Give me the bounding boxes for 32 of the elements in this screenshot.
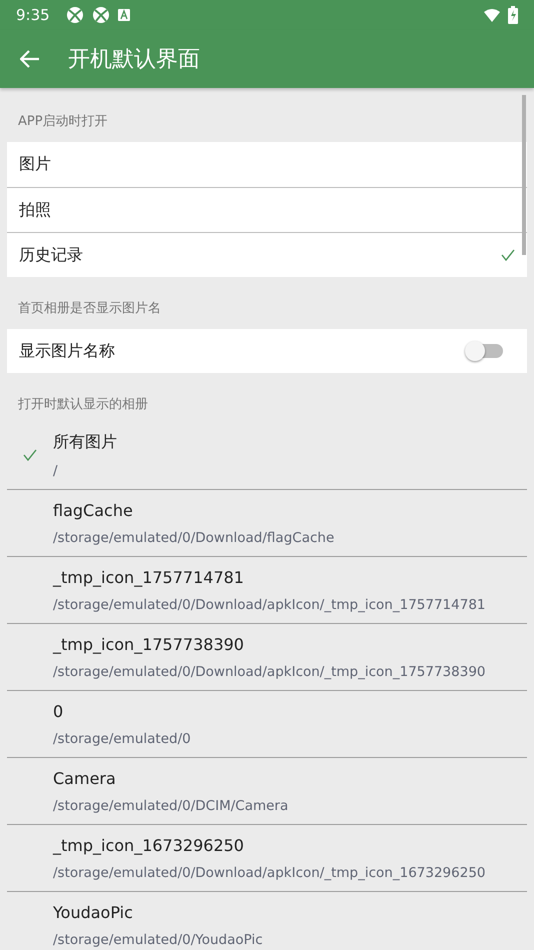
status-time: 9:35 — [16, 6, 50, 24]
album-name[interactable]: YoudaoPic — [53, 902, 263, 922]
section-header: 首页相册是否显示图片名 — [17, 300, 162, 318]
album-path: /storage/emulated/0/YoudaoPic — [53, 932, 263, 948]
battery-icon — [508, 6, 518, 24]
album-name[interactable]: _tmp_icon_1757714781 — [53, 568, 486, 586]
album-path: /storage/emulated/0/Download/apkIcon/_tmp_icon_1757714781 — [53, 596, 486, 612]
back-arrow-icon[interactable] — [20, 50, 40, 68]
app-icon — [92, 6, 110, 24]
option-label[interactable]: 历史记录 — [19, 244, 501, 266]
album-path: /storage/emulated/0 — [53, 730, 191, 746]
album-name[interactable]: Camera — [53, 768, 288, 788]
option-label[interactable]: 拍照 — [19, 200, 501, 220]
album-name[interactable]: _tmp_icon_1673296250 — [53, 836, 486, 854]
section-header: 打开时默认显示的相册 — [17, 396, 149, 414]
option-label[interactable]: 图片 — [19, 154, 501, 175]
toggle-switch[interactable] — [465, 341, 505, 361]
album-path: / — [53, 462, 59, 478]
setting-label: 显示图片名称 — [19, 340, 116, 362]
app-icon — [66, 6, 84, 24]
page-title: 开机默认界面 — [68, 46, 200, 74]
album-name[interactable]: flagCache — [53, 500, 334, 520]
section-header: APP启动时打开 — [17, 113, 109, 131]
keyboard-icon — [118, 9, 130, 21]
album-path: /storage/emulated/0/Download/apkIcon/_tmp_icon_1673296250 — [53, 864, 486, 880]
album-path: /storage/emulated/0/Download/flagCache — [53, 530, 334, 546]
wifi-icon — [484, 8, 500, 22]
album-path: /storage/emulated/0/DCIM/Camera — [53, 798, 288, 814]
album-name[interactable]: 0 — [53, 702, 191, 720]
album-name[interactable]: 所有图片 — [53, 432, 117, 452]
album-name[interactable]: _tmp_icon_1757738390 — [53, 634, 486, 654]
album-path: /storage/emulated/0/Download/apkIcon/_tmp_icon_1757738390 — [53, 664, 486, 680]
